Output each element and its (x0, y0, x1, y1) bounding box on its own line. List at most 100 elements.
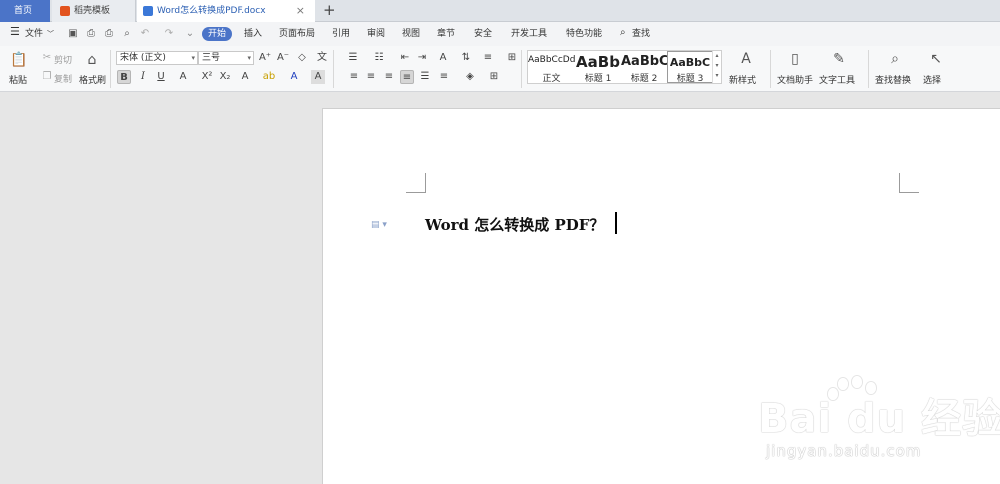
justify-icon[interactable]: ≡ (400, 70, 414, 84)
doc-assistant-button[interactable]: 文档助手 (777, 73, 813, 86)
find-replace-button[interactable]: 查找替换 (875, 73, 911, 86)
text-effect-button[interactable]: A (238, 70, 252, 84)
highlight-button[interactable]: ab (262, 70, 276, 84)
chevron-down-icon[interactable]: ﹀ (47, 28, 54, 40)
menu-view[interactable]: 视图 (402, 28, 420, 40)
italic-button[interactable]: I (136, 70, 150, 84)
menu-bar: ☰ 文件 ﹀ ▣ ⎙ ⎙ ⌕ ↶ ↷ ⌄ 开始 插入 页面布局 引用 审阅 视图… (0, 22, 1000, 46)
copy-button[interactable]: 复制 (54, 72, 72, 85)
styles-scroll[interactable]: ▴ ▾ ▾ (712, 51, 721, 83)
text-tools-icon[interactable]: ✎ (829, 49, 849, 69)
dropdown-arrow-icon: ▾ (191, 54, 195, 62)
search-icon[interactable]: ⌕ (620, 27, 626, 39)
style-heading-3[interactable]: AaBbC 标题 3 (667, 51, 713, 84)
align-right-icon[interactable]: ≡ (382, 70, 396, 84)
menu-page-layout[interactable]: 页面布局 (279, 28, 315, 40)
style-heading-3-label: 标题 3 (676, 74, 704, 84)
cut-icon[interactable]: ✂ (40, 51, 54, 65)
margin-corner-mark (406, 173, 426, 193)
borders-icon[interactable]: ⊞ (487, 70, 501, 84)
close-tab-icon[interactable]: × (296, 0, 305, 22)
styles-gallery: AaBbCcDd 正文 AaBb 标题 1 AaBbC 标题 2 AaBbC 标… (527, 50, 722, 84)
grow-font-icon[interactable]: A⁺ (258, 51, 272, 65)
distribute-icon[interactable]: ☰ (418, 70, 432, 84)
menu-sections[interactable]: 章节 (437, 28, 455, 40)
find-replace-icon[interactable]: ⌕ (885, 49, 905, 69)
undo-icon[interactable]: ↶ (139, 28, 151, 40)
cut-button[interactable]: 剪切 (54, 53, 72, 66)
ribbon-separator (333, 50, 334, 88)
decrease-indent-icon[interactable]: ⇤ (398, 51, 412, 65)
text-tools-button[interactable]: 文字工具 (819, 73, 855, 86)
docer-logo-icon (60, 6, 70, 16)
tab-home[interactable]: 首页 (0, 0, 50, 22)
tab-document-label: Word怎么转换成PDF.docx (157, 6, 266, 16)
new-style-button[interactable]: 新样式 (729, 73, 756, 86)
line-spacing-icon[interactable]: ≡ (481, 51, 495, 65)
align-center-icon[interactable]: ≡ (364, 70, 378, 84)
ribbon-toolbar: 📋 粘贴 ✂ 剪切 ❐ 复制 ⌂ 格式刷 宋体 (正文) ▾ 三号 ▾ A⁺ A… (0, 46, 1000, 92)
watermark-logo-text: Bai du 经验 (758, 396, 1000, 442)
menu-features[interactable]: 特色功能 (566, 28, 602, 40)
bullet-list-icon[interactable]: ☰ (346, 51, 360, 65)
select-button[interactable]: 选择 (923, 73, 941, 86)
tab-document[interactable]: Word怎么转换成PDF.docx × (137, 0, 315, 22)
char-shading-button[interactable]: A (311, 70, 325, 84)
menu-references[interactable]: 引用 (332, 28, 350, 40)
paste-icon[interactable]: 📋 (9, 50, 29, 70)
new-style-icon[interactable]: A (736, 49, 756, 69)
font-name-select[interactable]: 宋体 (正文) ▾ (116, 51, 198, 65)
tab-template[interactable]: 稻壳模板 (52, 0, 136, 22)
align-left-icon[interactable]: ≡ (347, 70, 361, 84)
font-name-value: 宋体 (正文) (120, 53, 166, 63)
superscript-button[interactable]: X² (200, 70, 214, 84)
numbered-list-icon[interactable]: ☷ (372, 51, 386, 65)
menu-search[interactable]: 查找 (632, 28, 650, 40)
font-size-select[interactable]: 三号 ▾ (198, 51, 254, 65)
menu-security[interactable]: 安全 (474, 28, 492, 40)
style-heading-1[interactable]: AaBb 标题 1 (575, 51, 621, 84)
bold-button[interactable]: B (117, 70, 131, 84)
style-heading-2[interactable]: AaBbC 标题 2 (621, 51, 667, 84)
text-direction-icon[interactable]: A (436, 51, 450, 65)
tab-template-label: 稻壳模板 (74, 6, 111, 16)
copy-icon[interactable]: ❐ (40, 70, 54, 84)
margin-corner-mark (899, 173, 919, 193)
paragraph-handle-icon[interactable]: ▤ ▾ (371, 220, 389, 230)
font-color-button[interactable]: A (287, 70, 301, 84)
pinyin-guide-icon[interactable]: 文 (315, 51, 329, 65)
select-cursor-icon[interactable]: ↖ (926, 49, 946, 69)
menu-review[interactable]: 审阅 (367, 28, 385, 40)
tab-home-label: 首页 (14, 6, 33, 16)
strikethrough-button[interactable]: A (176, 70, 190, 84)
hamburger-icon[interactable]: ☰ (10, 26, 20, 38)
paste-button[interactable]: 粘贴 (9, 73, 27, 86)
menu-home[interactable]: 开始 (202, 27, 232, 41)
sort-icon[interactable]: ⇅ (459, 51, 473, 65)
underline-button[interactable]: U (154, 70, 168, 84)
export-pdf-icon[interactable]: ⎙ (85, 28, 97, 40)
show-marks-icon[interactable]: ⊞ (505, 51, 519, 65)
shrink-font-icon[interactable]: A⁻ (276, 51, 290, 65)
menu-file[interactable]: 文件 (25, 28, 43, 40)
save-icon[interactable]: ▣ (67, 28, 79, 40)
paragraph-spacing-icon[interactable]: ≡ (437, 70, 451, 84)
format-painter-icon[interactable]: ⌂ (82, 50, 102, 70)
redo-icon[interactable]: ↷ (163, 28, 175, 40)
print-icon[interactable]: ⎙ (103, 28, 115, 40)
print-preview-icon[interactable]: ⌕ (121, 28, 133, 40)
subscript-button[interactable]: X₂ (218, 70, 232, 84)
shading-icon[interactable]: ◈ (463, 70, 477, 84)
new-tab-button[interactable]: + (323, 0, 336, 22)
menu-insert[interactable]: 插入 (244, 28, 262, 40)
doc-assistant-icon[interactable]: ▯ (785, 49, 805, 69)
increase-indent-icon[interactable]: ⇥ (415, 51, 429, 65)
format-painter-button[interactable]: 格式刷 (79, 73, 106, 86)
document-heading[interactable]: Word 怎么转换成 PDF？ (425, 215, 604, 235)
style-normal[interactable]: AaBbCcDd 正文 (528, 51, 575, 84)
clear-format-icon[interactable]: ◇ (295, 51, 309, 65)
menu-developer[interactable]: 开发工具 (511, 28, 547, 40)
dropdown-arrow-icon: ▾ (247, 54, 251, 62)
customize-toolbar-icon[interactable]: ⌄ (184, 28, 196, 40)
ribbon-separator (770, 50, 771, 88)
